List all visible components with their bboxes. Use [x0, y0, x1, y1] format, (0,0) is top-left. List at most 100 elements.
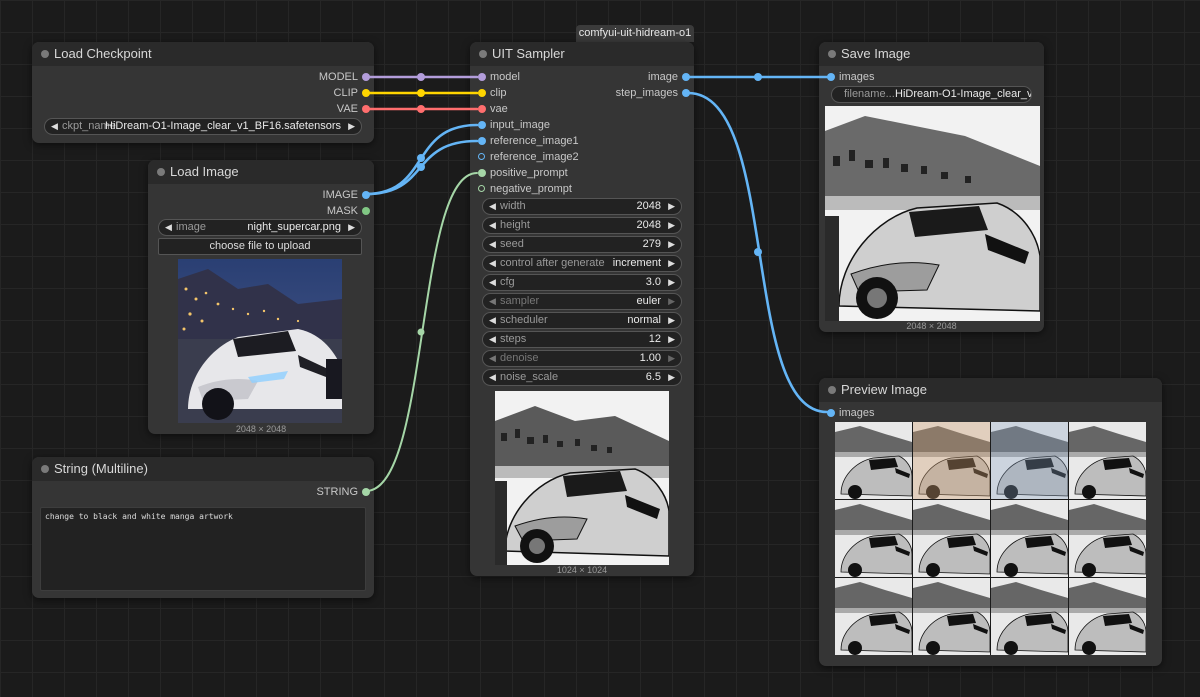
arrow-right-icon[interactable]: ▶: [668, 332, 675, 347]
prompt-textarea[interactable]: change to black and white manga artwork: [40, 507, 366, 591]
scheduler-widget[interactable]: ◀ scheduler normal ▶: [482, 312, 682, 329]
arrow-left-icon[interactable]: ◀: [489, 332, 496, 347]
input-vae[interactable]: vae: [474, 102, 508, 116]
input-positive-prompt[interactable]: positive_prompt: [474, 166, 568, 180]
image-socket-icon[interactable]: [478, 153, 485, 160]
node-title[interactable]: String (Multiline): [32, 457, 374, 481]
arrow-right-icon[interactable]: ▶: [668, 294, 675, 309]
output-mask[interactable]: MASK: [327, 204, 374, 218]
input-model[interactable]: model: [474, 70, 520, 84]
load-image-node[interactable]: Load Image IMAGE MASK ◀ image night_supe…: [148, 160, 374, 434]
image-socket-icon[interactable]: [362, 191, 370, 199]
output-image[interactable]: IMAGE: [323, 188, 374, 202]
model-socket-icon[interactable]: [362, 73, 370, 81]
arrow-right-icon[interactable]: ▶: [668, 313, 675, 328]
image-socket-icon[interactable]: [478, 121, 486, 129]
height-widget[interactable]: ◀ height 2048 ▶: [482, 217, 682, 234]
load-checkpoint-node[interactable]: Load Checkpoint MODEL CLIP VAE ◀ ckpt_na…: [32, 42, 374, 143]
collapse-dot-icon[interactable]: [157, 168, 165, 176]
clip-socket-icon[interactable]: [478, 89, 486, 97]
string-socket-icon[interactable]: [362, 488, 370, 496]
arrow-left-icon[interactable]: ◀: [489, 256, 496, 271]
wire-step-images: [686, 91, 829, 414]
output-step-images[interactable]: step_images: [616, 86, 694, 100]
mask-socket-icon[interactable]: [362, 207, 370, 215]
arrow-right-icon[interactable]: ▶: [668, 275, 675, 290]
save-image-node[interactable]: Save Image images filename... HiDream-O1…: [819, 42, 1044, 332]
input-reference-image2[interactable]: reference_image2: [474, 150, 579, 164]
manga-car-image: [495, 391, 669, 565]
image-size-caption: 2048 × 2048: [235, 424, 287, 434]
arrow-right-icon[interactable]: ▶: [668, 218, 675, 233]
collapse-dot-icon[interactable]: [828, 50, 836, 58]
input-clip[interactable]: clip: [474, 86, 507, 100]
clip-socket-icon[interactable]: [362, 89, 370, 97]
arrow-left-icon[interactable]: ◀: [51, 119, 58, 134]
output-vae[interactable]: VAE: [337, 102, 374, 116]
collapse-dot-icon[interactable]: [41, 465, 49, 473]
arrow-left-icon[interactable]: ◀: [165, 220, 172, 235]
step-images-grid[interactable]: [835, 422, 1146, 655]
image-socket-icon[interactable]: [827, 409, 835, 417]
input-images[interactable]: images: [823, 406, 874, 420]
filename-prefix-widget[interactable]: filename... HiDream-O1-Image_clear_v1: [831, 86, 1032, 103]
arrow-left-icon[interactable]: ◀: [489, 351, 496, 366]
model-socket-icon[interactable]: [478, 73, 486, 81]
output-image[interactable]: image: [648, 70, 694, 84]
image-socket-icon[interactable]: [478, 137, 486, 145]
vae-socket-icon[interactable]: [478, 105, 486, 113]
arrow-right-icon[interactable]: ▶: [668, 256, 675, 271]
sampler-output-preview: [495, 391, 669, 565]
input-negative-prompt[interactable]: negative_prompt: [474, 182, 572, 196]
group-label[interactable]: comfyui-uit-hidream-o1: [576, 25, 694, 42]
image-combo[interactable]: ◀ image night_supercar.png ▶: [158, 219, 362, 236]
output-model[interactable]: MODEL: [319, 70, 374, 84]
uit-sampler-node[interactable]: UIT Sampler model clip vae input_image r…: [470, 42, 694, 576]
width-widget[interactable]: ◀ width 2048 ▶: [482, 198, 682, 215]
collapse-dot-icon[interactable]: [828, 386, 836, 394]
arrow-left-icon[interactable]: ◀: [489, 275, 496, 290]
input-images[interactable]: images: [823, 70, 874, 84]
node-title[interactable]: Load Image: [148, 160, 374, 184]
input-input-image[interactable]: input_image: [474, 118, 550, 132]
string-socket-icon[interactable]: [478, 169, 486, 177]
arrow-right-icon[interactable]: ▶: [348, 220, 355, 235]
node-title[interactable]: UIT Sampler: [470, 42, 694, 66]
arrow-right-icon[interactable]: ▶: [348, 119, 355, 134]
arrow-left-icon[interactable]: ◀: [489, 237, 496, 252]
arrow-right-icon[interactable]: ▶: [668, 351, 675, 366]
image-socket-icon[interactable]: [827, 73, 835, 81]
arrow-left-icon[interactable]: ◀: [489, 370, 496, 385]
denoise-widget[interactable]: ◀ denoise 1.00 ▶: [482, 350, 682, 367]
sampler-widget[interactable]: ◀ sampler euler ▶: [482, 293, 682, 310]
vae-socket-icon[interactable]: [362, 105, 370, 113]
node-title[interactable]: Load Checkpoint: [32, 42, 374, 66]
noise-scale-widget[interactable]: ◀ noise_scale 6.5 ▶: [482, 369, 682, 386]
wire-reference-image: [364, 139, 479, 196]
string-socket-icon[interactable]: [478, 185, 485, 192]
node-title[interactable]: Preview Image: [819, 378, 1162, 402]
arrow-left-icon[interactable]: ◀: [489, 313, 496, 328]
string-multiline-node[interactable]: String (Multiline) STRING change to blac…: [32, 457, 374, 598]
control-after-generate-widget[interactable]: ◀ control after generate increment ▶: [482, 255, 682, 272]
arrow-left-icon[interactable]: ◀: [489, 199, 496, 214]
output-string[interactable]: STRING: [316, 485, 374, 499]
arrow-right-icon[interactable]: ▶: [668, 370, 675, 385]
preview-image-node[interactable]: Preview Image images: [819, 378, 1162, 666]
seed-widget[interactable]: ◀ seed 279 ▶: [482, 236, 682, 253]
cfg-widget[interactable]: ◀ cfg 3.0 ▶: [482, 274, 682, 291]
input-reference-image1[interactable]: reference_image1: [474, 134, 579, 148]
image-socket-icon[interactable]: [682, 73, 690, 81]
upload-button[interactable]: choose file to upload: [158, 238, 362, 255]
collapse-dot-icon[interactable]: [41, 50, 49, 58]
steps-widget[interactable]: ◀ steps 12 ▶: [482, 331, 682, 348]
node-title[interactable]: Save Image: [819, 42, 1044, 66]
collapse-dot-icon[interactable]: [479, 50, 487, 58]
ckpt-name-combo[interactable]: ◀ ckpt_name HiDream-O1-Image_clear_v1_BF…: [44, 118, 362, 135]
image-socket-icon[interactable]: [682, 89, 690, 97]
arrow-right-icon[interactable]: ▶: [668, 199, 675, 214]
arrow-right-icon[interactable]: ▶: [668, 237, 675, 252]
arrow-left-icon[interactable]: ◀: [489, 294, 496, 309]
arrow-left-icon[interactable]: ◀: [489, 218, 496, 233]
output-clip[interactable]: CLIP: [334, 86, 374, 100]
